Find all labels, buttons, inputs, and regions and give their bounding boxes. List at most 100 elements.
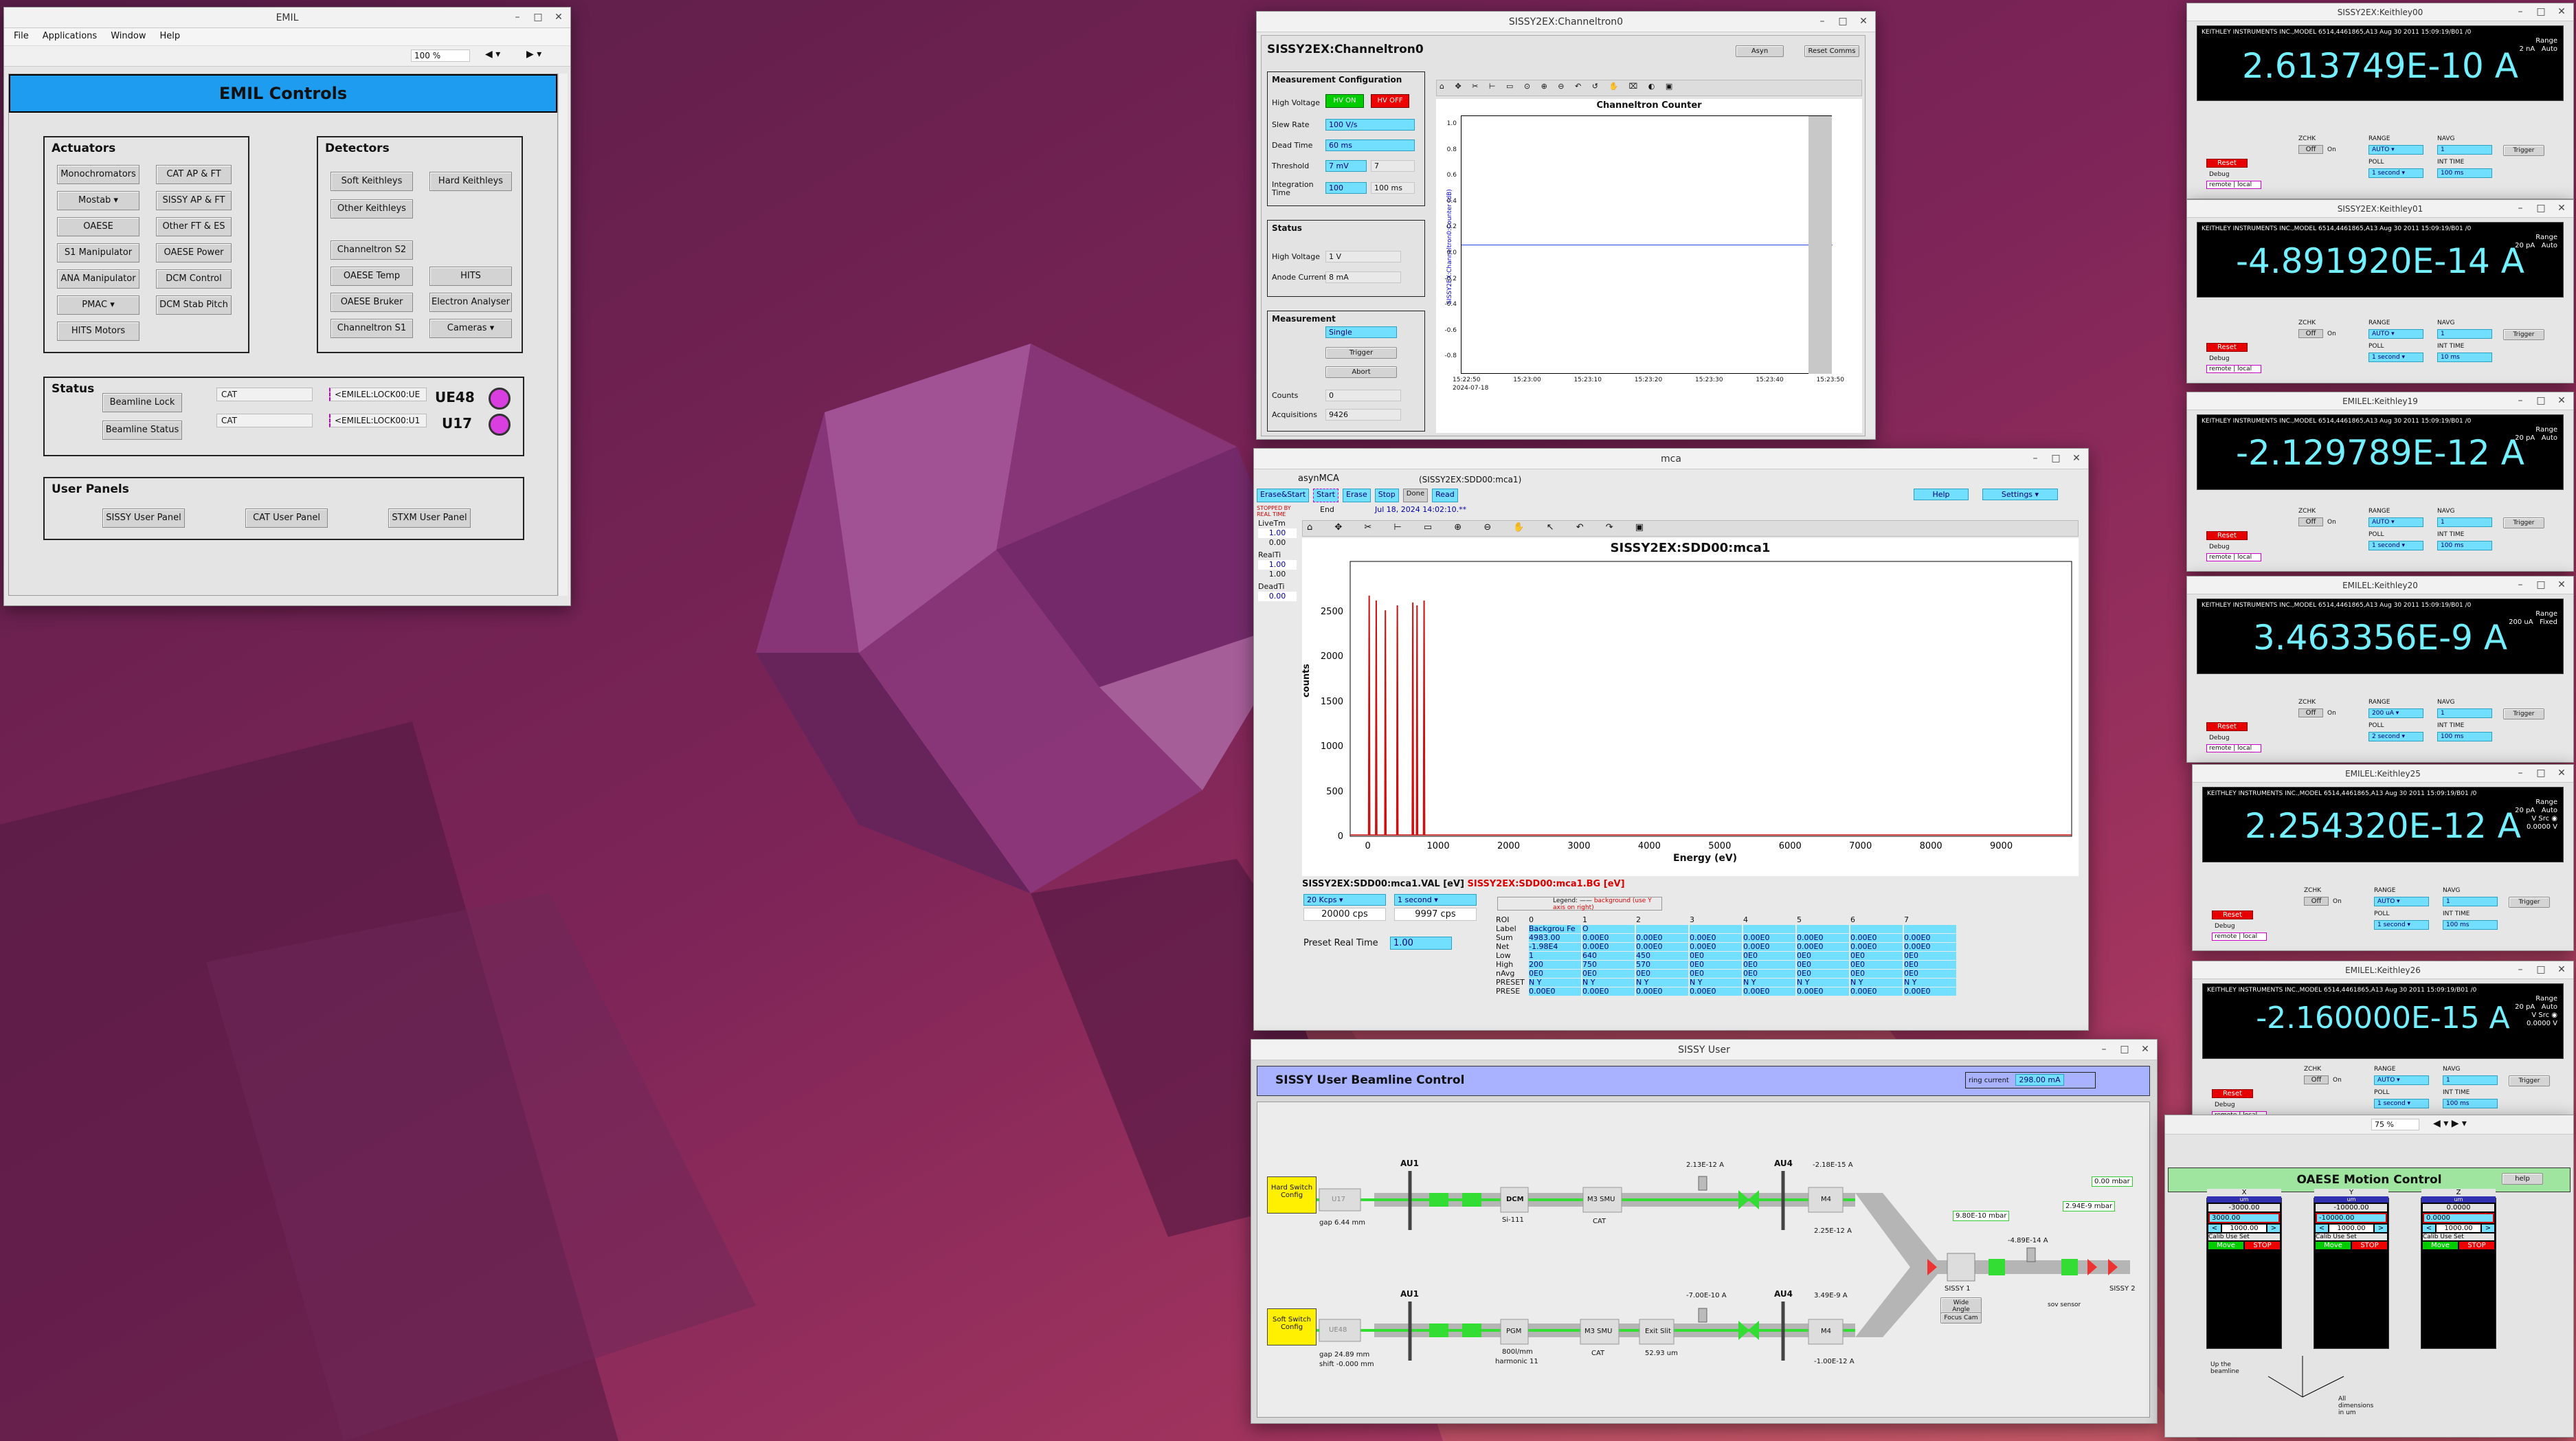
roi-cell[interactable]: 0E0 [1690,961,1742,969]
hv-off-button[interactable]: HV OFF [1371,94,1409,108]
zchk-off[interactable]: Off [2298,517,2323,526]
channeltron-s1-button[interactable]: Channeltron S1 [331,319,413,338]
ana-manipulator-button[interactable]: ANA Manipulator [57,269,139,289]
maximize-icon[interactable]: □ [2535,5,2547,18]
roi-cell[interactable]: 0E0 [1690,970,1742,978]
stop-button[interactable]: Stop [1374,489,1399,502]
trigger-button[interactable]: Trigger [2509,1075,2550,1086]
m4-top-element[interactable]: M4 [1821,1196,1831,1203]
range-select[interactable]: AUTO ▾ [2374,897,2429,906]
range-select[interactable]: AUTO ▾ [2368,145,2423,155]
mode-select[interactable]: Single [1325,326,1397,338]
minimize-icon[interactable]: – [2514,394,2527,407]
close-icon[interactable]: ✕ [2139,1043,2151,1055]
roi-cell[interactable]: 0E0 [1743,970,1795,978]
channeltron-s2-button[interactable]: Channeltron S2 [331,241,413,260]
maximize-icon[interactable]: □ [2535,394,2547,407]
other-keithleys-button[interactable]: Other Keithleys [331,199,413,219]
poll-select[interactable]: 1 second ▾ [1394,894,1477,906]
remote-local-toggle[interactable]: remote | local [2212,932,2267,941]
remote-local-toggle[interactable]: remote | local [2206,744,2261,752]
int-time-select[interactable]: 100 ms [2443,1099,2498,1108]
preset-input[interactable]: 1.00 [1390,937,1452,950]
roi-cell[interactable]: 1 [1529,952,1581,960]
m4-bottom-element[interactable]: M4 [1821,1328,1831,1335]
roi-cell[interactable]: 0.00E0 [1850,987,1903,996]
dead-time-select[interactable]: 60 ms [1325,139,1415,151]
minimize-icon[interactable]: – [2029,452,2041,465]
emil-scrollbar[interactable] [558,74,568,596]
navg-input[interactable]: 1 [2443,1075,2498,1085]
slew-select[interactable]: 100 V/s [1325,119,1415,131]
roi-cell[interactable]: N Y [1690,979,1742,987]
hv-on-button[interactable]: HV ON [1325,94,1364,108]
cameras-button[interactable]: Cameras ▾ [429,319,512,338]
hard-keithleys-button[interactable]: Hard Keithleys [429,172,512,191]
roi-cell[interactable]: 0.00E0 [1743,987,1795,996]
roi-cell[interactable]: N Y [1529,979,1581,987]
hits-button[interactable]: HITS [429,267,512,286]
step-down-button[interactable]: < [2316,1225,2328,1232]
dcm-control-button[interactable]: DCM Control [156,269,232,289]
roi-cell[interactable]: 0E0 [1743,952,1795,960]
stop-button[interactable]: STOP [2245,1242,2280,1249]
close-icon[interactable]: ✕ [2555,5,2568,18]
trigger-button[interactable]: Trigger [1325,347,1397,359]
m3-top-element[interactable]: M3 SMU [1587,1196,1615,1203]
menu-applications[interactable]: Applications [43,31,97,43]
roi-cell[interactable]: 0.00E0 [1690,987,1742,996]
oaese-temp-button[interactable]: OAESE Temp [331,267,413,286]
roi-cell[interactable]: 0.00E0 [1904,987,1956,996]
range-select[interactable]: AUTO ▾ [2368,517,2423,527]
oaese-power-button[interactable]: OAESE Power [156,243,232,262]
threshold-input[interactable]: 7 mV [1325,160,1367,172]
axis-setpoint[interactable]: -10000.00 [2316,1213,2387,1223]
mca-settings-button[interactable]: Settings ▾ [1982,489,2058,500]
trigger-button[interactable]: Trigger [2509,897,2550,908]
roi-cell[interactable]: N Y [1850,979,1903,987]
range-select[interactable]: AUTO ▾ [2374,1075,2429,1085]
step-up-button[interactable]: > [2267,1225,2280,1232]
roi-cell[interactable]: 0.00E0 [1797,987,1849,996]
maximize-icon[interactable]: □ [1837,15,1849,27]
roi-cell[interactable]: 0.00E0 [1582,987,1635,996]
u17-undulator[interactable]: U17 [1332,1196,1345,1203]
minimize-icon[interactable]: – [511,11,524,23]
range-select[interactable]: 200 uA ▾ [2368,708,2423,718]
roi-cell[interactable]: 0E0 [1636,970,1688,978]
erase-start-button[interactable]: Erase&Start [1257,489,1310,502]
roi-cell[interactable]: 750 [1582,961,1635,969]
remote-local-toggle[interactable]: remote | local [2206,181,2261,189]
roi-cell[interactable]: 0E0 [1850,961,1903,969]
axis-setpoint[interactable]: 0.0000 [2423,1213,2494,1223]
abort-button[interactable]: Abort [1325,366,1397,378]
oaese-button[interactable]: OAESE [57,217,139,236]
roi-cell[interactable]: 450 [1636,952,1688,960]
forward-icon[interactable]: ▶ ▾ [526,49,541,60]
oaese-help-button[interactable]: help [2502,1173,2543,1185]
roi-cell[interactable]: 640 [1582,952,1635,960]
s1-manipulator-button[interactable]: S1 Manipulator [57,243,139,262]
close-icon[interactable]: ✕ [1857,15,1870,27]
zchk-off[interactable]: Off [2298,708,2323,717]
roi-cell[interactable]: 200 [1529,961,1581,969]
minimize-icon[interactable]: – [1816,15,1828,27]
dcm-stab-pitch-button[interactable]: DCM Stab Pitch [156,295,232,315]
minimize-icon[interactable]: – [2514,963,2527,976]
cat-ap-ft-button[interactable]: CAT AP & FT [156,165,232,184]
focus-cam-button[interactable]: Focus Cam [1940,1312,1982,1323]
roi-cell[interactable]: 0E0 [1690,952,1742,960]
minimize-icon[interactable]: – [2514,579,2527,591]
back-icon[interactable]: ◀ ▾ [485,49,500,60]
maximize-icon[interactable]: □ [2535,767,2547,779]
exit-slit-element[interactable]: Exit Slit [1645,1328,1671,1335]
roi-cell[interactable]: N Y [1743,979,1795,987]
reset-button[interactable]: Reset [2206,343,2248,352]
roi-cell[interactable]: 0E0 [1797,970,1849,978]
int-time-select[interactable]: 100 ms [2437,732,2492,741]
reset-button[interactable]: Reset [2212,1089,2253,1098]
minimize-icon[interactable]: – [2514,767,2527,779]
stop-button[interactable]: STOP [2459,1242,2494,1249]
zchk-on[interactable]: On [2327,146,2336,153]
other-ft-es-button[interactable]: Other FT & ES [156,217,232,236]
